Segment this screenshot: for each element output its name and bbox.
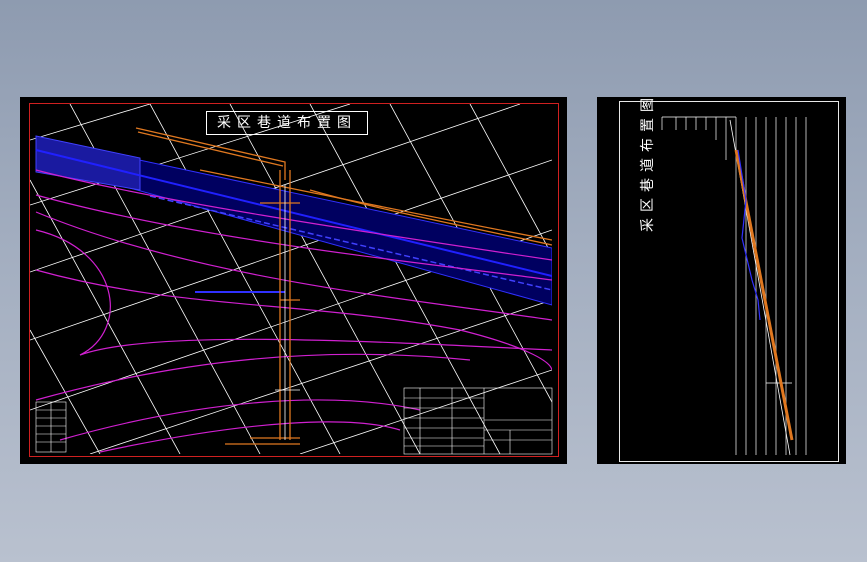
main-drawing-title: 采区巷道布置图 (206, 111, 368, 135)
legend-table (35, 401, 67, 453)
cad-drawing-canvas (30, 104, 807, 456)
title-block (403, 387, 553, 455)
section-profile (729, 119, 794, 456)
section-drawing-title: 采区巷道布置图 (640, 92, 656, 232)
